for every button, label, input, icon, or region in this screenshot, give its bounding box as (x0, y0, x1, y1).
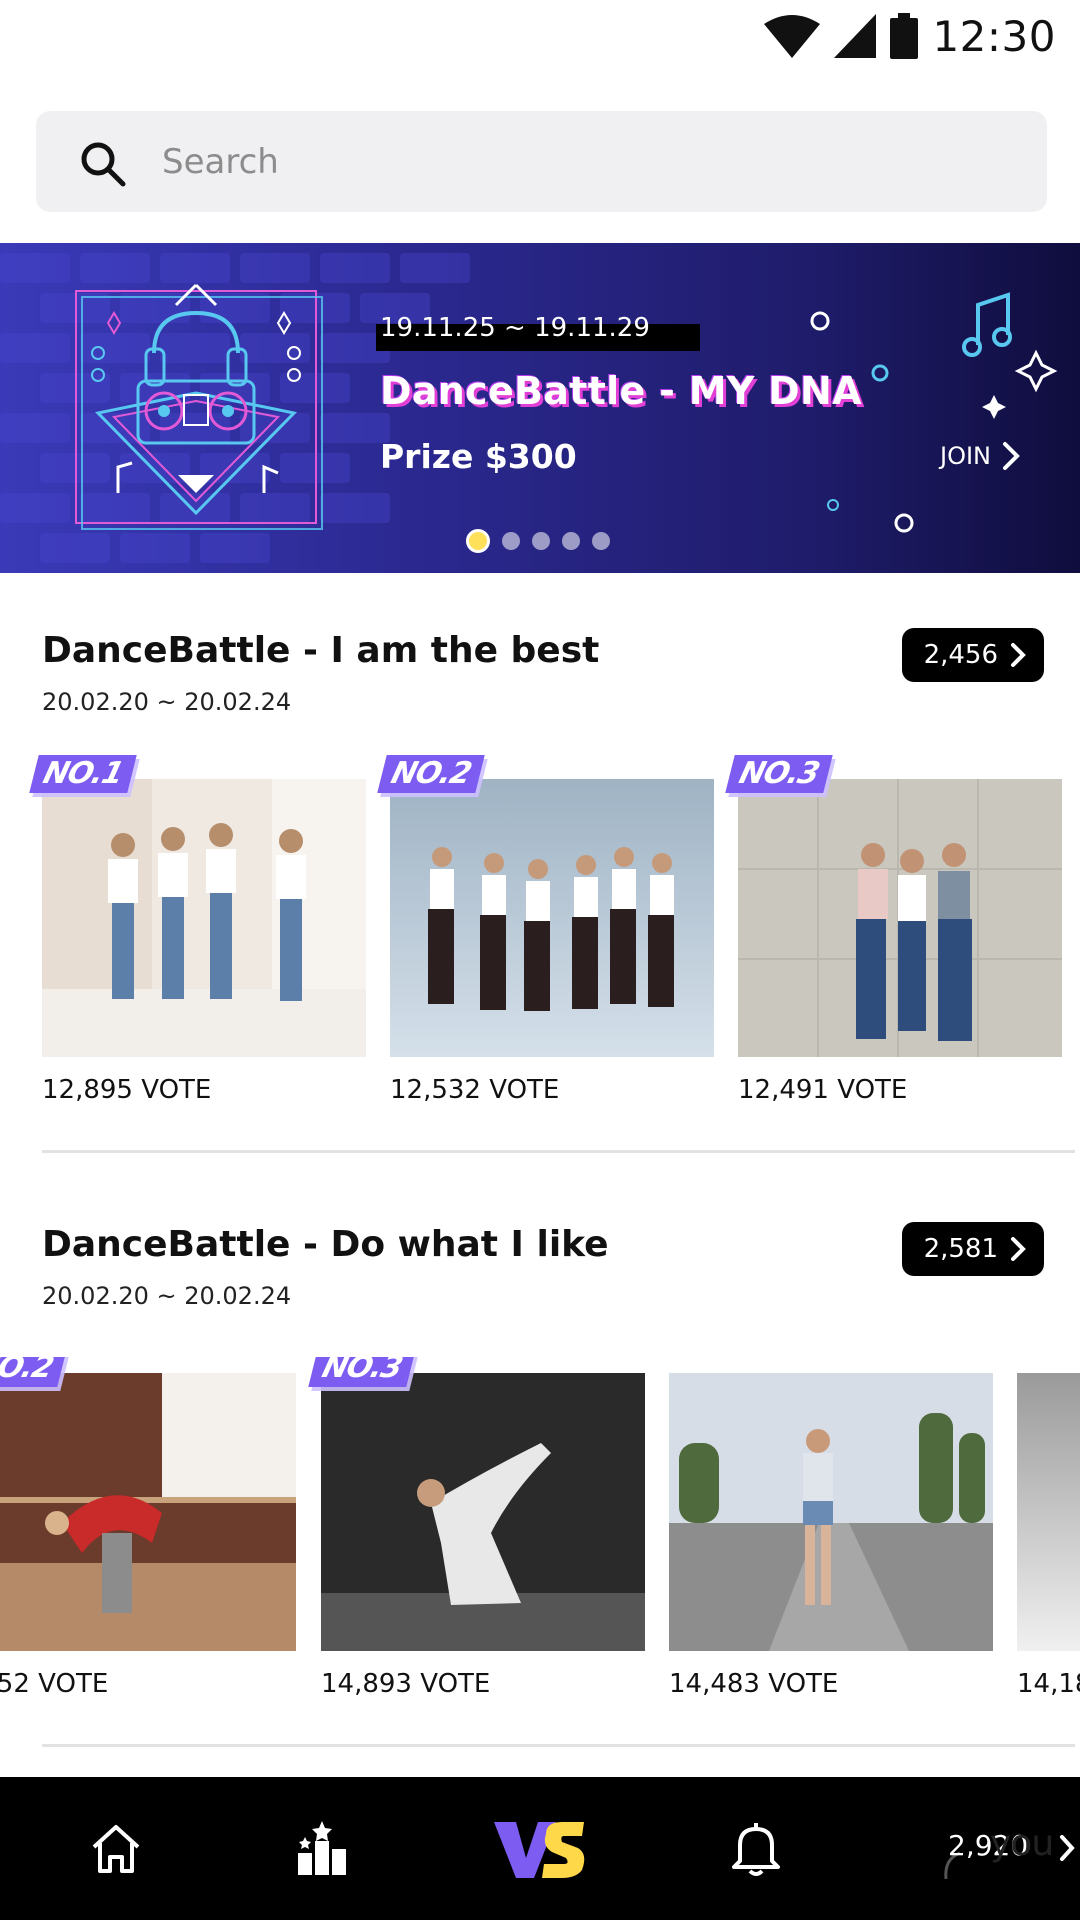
entries-row[interactable]: NO.1 12,895 VOTE NO.2 12,532 VOTE NO.3 1… (0, 755, 1080, 1113)
banner-prize: Prize $300 (380, 437, 577, 476)
status-time: 12:30 (932, 11, 1056, 61)
bell-icon (732, 1822, 780, 1876)
entry-card[interactable]: 14,18 (1017, 1357, 1080, 1699)
banner-date: 19.11.25 ~ 19.11.29 (380, 313, 650, 343)
entries-count: 2,581 (923, 1234, 998, 1264)
dancers-thumbnail[interactable] (738, 779, 1062, 1057)
search-icon[interactable] (78, 139, 128, 189)
chevron-right-icon (1011, 1237, 1026, 1261)
wifi-icon (764, 15, 821, 58)
chevron-right-icon[interactable] (1058, 1833, 1076, 1863)
signal-icon (834, 14, 877, 58)
dancer-thumbnail[interactable] (0, 1373, 296, 1651)
promo-banner[interactable]: 19.11.25 ~ 19.11.29 DanceBattle - MY DNA… (0, 243, 1080, 573)
vote-count: 14,893 VOTE (321, 1669, 491, 1699)
rank-badge: NO.1 (29, 755, 137, 793)
battle-section: DanceBattle - I am the best 20.02.20 ~ 2… (0, 628, 1080, 1105)
status-icons: 12:30 (764, 10, 1056, 62)
dancers-thumbnail[interactable] (42, 779, 366, 1057)
vote-count: ,952 VOTE (0, 1669, 109, 1699)
dancers-thumbnail[interactable] (390, 779, 714, 1057)
rank-badge: NO.3 (308, 1357, 416, 1387)
section-date: 20.02.20 ~ 20.02.24 (42, 1282, 292, 1310)
search-input[interactable] (162, 111, 1022, 212)
pagination-dot[interactable] (562, 532, 580, 550)
rank-badge: NO.3 (725, 755, 833, 793)
status-bar: 12:30 (0, 0, 1080, 72)
nav-home[interactable] (74, 1777, 158, 1920)
nav-vs[interactable]: you (490, 1777, 1054, 1920)
pagination-dot-active[interactable] (466, 529, 490, 553)
section-divider (42, 1744, 1075, 1747)
banner-pagination (466, 529, 610, 553)
rank-badge: NO.2 (377, 755, 485, 793)
section-divider (42, 1150, 1075, 1153)
vs-label: you (990, 1823, 1054, 1864)
dancer-thumbnail[interactable] (321, 1373, 645, 1651)
nav-ranking[interactable] (280, 1777, 364, 1920)
nav-notifications[interactable] (716, 1777, 796, 1920)
vote-count: 14,483 VOTE (669, 1669, 839, 1699)
bottom-nav: you 2,920 (0, 1777, 1080, 1920)
dancer-thumbnail[interactable] (669, 1373, 993, 1651)
entry-card[interactable]: NO.2 12,532 VOTE (377, 755, 714, 1105)
battle-section: DanceBattle - Do what I like 20.02.20 ~ … (0, 1222, 1080, 1699)
section-title[interactable]: DanceBattle - Do what I like (42, 1224, 609, 1265)
entry-card[interactable]: NO.2 ,952 VOTE (0, 1357, 296, 1699)
home-icon (92, 1824, 140, 1873)
ranking-icon (298, 1820, 346, 1875)
vote-count: 14,18 (1017, 1669, 1080, 1699)
battery-icon (890, 13, 919, 59)
pagination-dot[interactable] (532, 532, 550, 550)
entry-card[interactable]: 14,483 VOTE (669, 1357, 993, 1699)
sparkle-decoration (810, 292, 1058, 533)
pagination-dot[interactable] (502, 532, 520, 550)
search-bar[interactable] (36, 111, 1047, 212)
entry-card[interactable]: NO.3 14,893 VOTE (308, 1357, 645, 1699)
vs-icon (494, 1821, 585, 1878)
entries-count-button[interactable]: 2,581 (901, 1222, 1044, 1276)
entry-card[interactable]: NO.3 12,491 VOTE (725, 755, 1062, 1105)
pagination-dot[interactable] (592, 532, 610, 550)
entries-row[interactable]: NO.2 ,952 VOTE NO.3 14,893 VOTE (0, 1357, 1080, 1707)
dancer-thumbnail[interactable] (1017, 1373, 1080, 1651)
vote-count: 12,895 VOTE (42, 1075, 212, 1105)
section-title[interactable]: DanceBattle - I am the best (42, 630, 599, 671)
vote-count: 12,491 VOTE (738, 1075, 908, 1105)
vote-count: 12,532 VOTE (390, 1075, 560, 1105)
rank-badge: NO.2 (0, 1357, 67, 1387)
entry-card[interactable]: NO.1 12,895 VOTE (29, 755, 366, 1105)
section-date: 20.02.20 ~ 20.02.24 (42, 688, 292, 716)
entries-count: 2,456 (923, 640, 998, 670)
entries-count-button[interactable]: 2,456 (901, 628, 1044, 682)
chevron-right-icon (1011, 643, 1026, 667)
dj-neon-art (75, 283, 323, 530)
